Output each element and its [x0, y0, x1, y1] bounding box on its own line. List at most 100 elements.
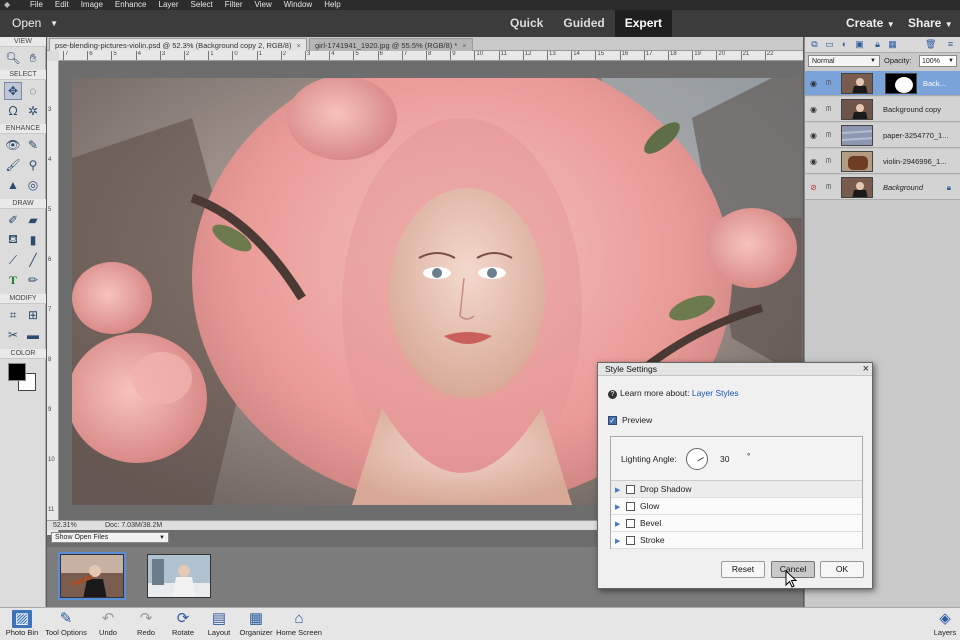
type-tool-icon[interactable]: T [4, 271, 22, 289]
layer-mask-icon[interactable]: ▣ [854, 39, 865, 50]
document-tab-2[interactable]: girl-1741941_1920.jpg @ 55.5% (RGB/8) * × [309, 38, 473, 51]
document-tab-1[interactable]: pse-blending-pictures-violin.psd @ 52.3%… [49, 38, 307, 51]
layout-button[interactable]: ▤ Layout [204, 610, 234, 640]
menu-help[interactable]: Help [324, 0, 340, 10]
new-group-icon[interactable]: ▭ [824, 39, 835, 50]
close-icon[interactable]: × [863, 363, 869, 376]
dialog-title-bar[interactable]: Style Settings × [598, 363, 872, 376]
home-screen-button[interactable]: ⌂ Home Screen [276, 610, 322, 640]
lighting-angle-input[interactable]: 30 [720, 454, 729, 464]
menu-layer[interactable]: Layer [159, 0, 179, 10]
visibility-eye-icon[interactable]: ◉ [809, 157, 818, 166]
preview-row[interactable]: ✓ Preview [608, 415, 652, 426]
lock-all-icon[interactable]: 🔒︎ [872, 39, 883, 50]
clone-stamp-tool-icon[interactable]: ⚲ [24, 156, 42, 174]
mode-guided[interactable]: Guided [553, 10, 614, 37]
layer-name[interactable]: Back... [923, 71, 959, 96]
crop-tool-icon[interactable]: ⌗ [4, 306, 22, 324]
brush-tool-icon[interactable]: ✐ [4, 211, 22, 229]
expand-triangle-icon[interactable]: ▶ [615, 499, 623, 516]
foreground-color-swatch[interactable] [8, 363, 26, 381]
style-row-drop-shadow[interactable]: ▶ Drop Shadow [611, 481, 862, 498]
expand-triangle-icon[interactable]: ▶ [615, 516, 623, 533]
layer-styles-link[interactable]: Layer Styles [692, 388, 739, 398]
rotate-button[interactable]: ⟳ Rotate [168, 610, 198, 640]
photo-bin-thumbnail[interactable] [58, 552, 126, 600]
smart-brush-tool-icon[interactable]: 🖌︎ [4, 156, 22, 174]
style-checkbox[interactable] [626, 485, 635, 495]
style-row-glow[interactable]: ▶ Glow [611, 498, 862, 515]
tool-options-button[interactable]: ✎ Tool Options [42, 610, 90, 640]
new-layer-icon[interactable]: ⧉ [809, 39, 820, 50]
layer-name[interactable]: paper-3254770_1... [883, 123, 955, 148]
eyedropper-tool-icon[interactable]: ⟋ [4, 251, 22, 269]
visibility-hidden-icon[interactable]: ⊘ [809, 183, 818, 192]
expand-triangle-icon[interactable]: ▶ [615, 533, 623, 550]
close-icon[interactable]: × [462, 41, 466, 50]
visibility-eye-icon[interactable]: ◉ [809, 131, 818, 140]
blur-tool-icon[interactable]: ▲ [4, 176, 22, 194]
sponge-tool-icon[interactable]: ◎ [24, 176, 42, 194]
style-row-stroke[interactable]: ▶ Stroke [611, 532, 862, 549]
layer-row-back[interactable]: ◉ ᗰ Back... [805, 71, 960, 96]
menu-enhance[interactable]: Enhance [115, 0, 147, 10]
line-tool-icon[interactable]: ╱ [24, 251, 42, 269]
layer-row-violin[interactable]: ◉ ᗰ violin-2946996_1... [805, 149, 960, 174]
red-eye-tool-icon[interactable]: 👁︎ [4, 136, 22, 154]
layer-name[interactable]: Background copy [883, 97, 955, 122]
visibility-eye-icon[interactable]: ◉ [809, 105, 818, 114]
show-open-files-select[interactable]: Show Open Files ▼ [51, 532, 169, 543]
move-tool-icon[interactable]: ✥ [4, 82, 22, 100]
adjustment-layer-icon[interactable]: ◐ [839, 39, 850, 50]
layer-row-background[interactable]: ⊘ ᗰ Background 🔒︎ [805, 175, 960, 200]
panel-menu-icon[interactable]: ≡ [945, 39, 956, 50]
gradient-tool-icon[interactable]: ▮ [24, 231, 42, 249]
expand-triangle-icon[interactable]: ▶ [615, 482, 623, 499]
menu-file[interactable]: File [30, 0, 43, 10]
ok-button[interactable]: OK [820, 561, 864, 578]
photo-bin-thumbnail[interactable] [147, 554, 211, 598]
recompose-tool-icon[interactable]: ⊞ [24, 306, 42, 324]
photo-bin-button[interactable]: ▨ Photo Bin [2, 610, 42, 640]
mode-expert[interactable]: Expert [614, 10, 673, 37]
eraser-tool-icon[interactable]: ▰ [24, 211, 42, 229]
spot-healing-tool-icon[interactable]: ✎ [24, 136, 42, 154]
zoom-tool-icon[interactable]: 🔍︎ [4, 49, 22, 67]
share-button[interactable]: Share ▼ [908, 14, 953, 33]
straighten-tool-icon[interactable]: ▬ [24, 326, 42, 344]
create-button[interactable]: Create ▼ [846, 14, 895, 33]
visibility-eye-icon[interactable]: ◉ [809, 79, 818, 88]
paint-bucket-tool-icon[interactable]: ⛾ [4, 231, 22, 249]
marquee-tool-icon[interactable]: ◌ [24, 82, 42, 100]
style-checkbox[interactable] [626, 519, 635, 529]
blend-mode-select[interactable]: Normal ▼ [808, 55, 880, 67]
menu-edit[interactable]: Edit [55, 0, 69, 10]
lasso-tool-icon[interactable]: ᘯ [4, 102, 22, 120]
trash-icon[interactable]: 🗑︎ [925, 39, 936, 50]
content-aware-move-tool-icon[interactable]: ✂ [4, 326, 22, 344]
hand-tool-icon[interactable]: ✋︎ [24, 49, 42, 67]
organizer-button[interactable]: ▦ Organizer [238, 610, 274, 640]
layer-name[interactable]: violin-2946996_1... [883, 149, 955, 174]
style-checkbox[interactable] [626, 536, 635, 546]
redo-button[interactable]: ↷ Redo [132, 610, 160, 640]
layers-button[interactable]: ◈ Layers [932, 610, 958, 640]
menu-view[interactable]: View [255, 0, 272, 10]
open-button[interactable]: Open ▼ [6, 14, 62, 33]
layer-mask-thumbnail[interactable] [885, 73, 917, 94]
style-checkbox[interactable] [626, 502, 635, 512]
link-icon[interactable]: ᗰ [826, 79, 832, 88]
menu-filter[interactable]: Filter [225, 0, 243, 10]
close-icon[interactable]: × [296, 41, 300, 50]
menu-window[interactable]: Window [284, 0, 312, 10]
preview-checkbox[interactable]: ✓ [608, 416, 617, 426]
reset-button[interactable]: Reset [721, 561, 765, 578]
layer-name[interactable]: Background [883, 175, 955, 200]
menu-select[interactable]: Select [191, 0, 213, 10]
lock-transparency-icon[interactable]: ▦ [887, 39, 898, 50]
zoom-readout[interactable]: 52.31% [53, 521, 77, 531]
menu-image[interactable]: Image [81, 0, 103, 10]
link-icon[interactable]: ᗰ [826, 131, 832, 140]
link-icon[interactable]: ᗰ [826, 183, 832, 192]
link-icon[interactable]: ᗰ [826, 157, 832, 166]
